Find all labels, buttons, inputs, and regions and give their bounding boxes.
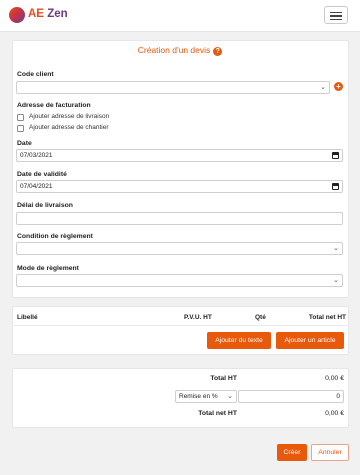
condition-label: Condition de règlement: [17, 233, 93, 240]
brand-name[interactable]: AE Zen: [28, 8, 68, 20]
mode-label: Mode de règlement: [17, 265, 79, 272]
code-client-label: Code client: [17, 71, 54, 78]
create-button[interactable]: Créer: [277, 444, 307, 461]
calendar-icon[interactable]: [332, 183, 339, 190]
chevron-down-icon: ⌄: [320, 84, 326, 91]
chevron-down-icon: ⌄: [333, 277, 339, 284]
date-label: Date: [17, 140, 32, 147]
calendar-icon[interactable]: [332, 152, 339, 159]
divider: [12, 325, 349, 326]
adresse-label: Adresse de facturation: [17, 102, 91, 109]
total-net-value: 0,00 €: [325, 410, 344, 417]
total-ht-label: Total HT: [210, 375, 237, 382]
remise-value-input[interactable]: 0: [238, 390, 344, 403]
add-article-button[interactable]: Ajouter un article: [276, 332, 344, 349]
column-header-pvu: P.V.U. HT: [184, 314, 212, 321]
code-client-select[interactable]: ⌄: [16, 81, 330, 94]
date-validite-label: Date de validité: [17, 171, 67, 178]
column-header-total: Total net HT: [308, 314, 346, 321]
remise-type-select[interactable]: Remise en % ⌄: [175, 390, 237, 403]
livraison-checkbox[interactable]: [17, 114, 24, 121]
column-header-qte: Qté: [255, 314, 266, 321]
devis-form-card: [12, 40, 349, 298]
chevron-down-icon: ⌄: [227, 393, 233, 400]
chantier-checkbox-label: Ajouter adresse de chantier: [29, 124, 109, 131]
delai-label: Délai de livraison: [17, 202, 73, 209]
add-client-button[interactable]: +: [334, 82, 343, 91]
logo-icon[interactable]: [9, 7, 25, 23]
navbar: AE Zen: [0, 0, 360, 32]
hamburger-icon: [330, 12, 342, 14]
cancel-button[interactable]: Annuler: [311, 444, 349, 461]
livraison-checkbox-label: Ajouter adresse de livraison: [29, 113, 110, 120]
total-net-label: Total net HT: [198, 410, 237, 417]
page-title: Création d'un devis?: [0, 45, 360, 56]
chevron-down-icon: ⌄: [333, 245, 339, 252]
column-header-libelle: Libellé: [17, 314, 38, 321]
add-text-button[interactable]: Ajouter du texte: [207, 332, 271, 349]
mode-select[interactable]: ⌄: [16, 274, 343, 287]
total-ht-value: 0,00 €: [325, 375, 344, 382]
date-input[interactable]: 07/03/2021: [16, 149, 343, 162]
delai-input[interactable]: [16, 212, 343, 225]
menu-toggle-button[interactable]: [324, 6, 348, 24]
help-icon[interactable]: ?: [213, 47, 223, 56]
condition-select[interactable]: ⌄: [16, 242, 343, 255]
date-validite-input[interactable]: 07/04/2021: [16, 180, 343, 193]
chantier-checkbox[interactable]: [17, 125, 24, 132]
